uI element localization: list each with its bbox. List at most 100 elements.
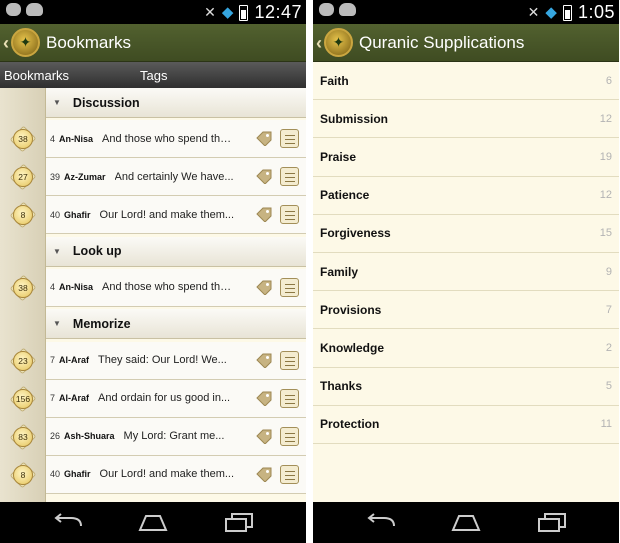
nav-bar — [0, 502, 306, 543]
surah-number: 4 — [50, 133, 56, 144]
battery-icon — [239, 4, 249, 21]
category-name: Submission — [320, 111, 389, 126]
quran-logo-icon[interactable]: ✦ — [11, 28, 40, 57]
android-notification-icon — [26, 3, 43, 16]
medal-number: 8 — [13, 205, 33, 226]
note-icon[interactable] — [280, 426, 299, 446]
tab-bookmarks[interactable]: Bookmarks — [4, 68, 69, 83]
category-row-patience[interactable]: Patience 12 — [313, 177, 619, 215]
tag-icon[interactable] — [255, 428, 273, 444]
back-chevron-icon[interactable]: ‹ — [316, 34, 324, 52]
category-list[interactable]: Faith 6 Submission 12 Praise 19 Patience 12 Forg… — [313, 62, 619, 444]
nav-back-icon[interactable] — [51, 511, 85, 533]
category-count: 6 — [605, 74, 612, 87]
category-count: 19 — [599, 150, 612, 163]
tag-icon[interactable] — [255, 352, 273, 368]
category-name: Family — [320, 264, 359, 279]
category-count: 12 — [599, 112, 612, 125]
bookmark-body[interactable]: 40 Ghafir Our Lord! and make them... — [46, 455, 306, 494]
category-row-submission[interactable]: Submission 12 — [313, 100, 619, 139]
bookmark-row[interactable]: 83 26 Ash-Shuara My Lord: Grant me... — [0, 417, 306, 456]
bookmark-body[interactable]: 4 An-Nisa And those who spend thei... — [46, 268, 306, 307]
note-icon[interactable] — [280, 129, 299, 149]
group-header-discussion[interactable]: ▼ Discussion — [46, 88, 306, 118]
group-name: Discussion — [72, 95, 140, 110]
vibrate-off-icon: ✕ — [527, 4, 540, 20]
verse-snippet: And those who spend thei... — [102, 132, 238, 145]
nav-home-icon[interactable] — [136, 511, 170, 533]
bookmark-row[interactable]: 27 39 Az-Zumar And certainly We have... — [0, 158, 306, 197]
note-icon[interactable] — [280, 464, 299, 484]
notification-icon — [319, 3, 334, 16]
verse-snippet: And ordain for us good in... — [98, 392, 231, 404]
surah-name: Az-Zumar — [64, 171, 106, 182]
ayah-medal-icon: 38 — [9, 274, 37, 302]
note-icon[interactable] — [280, 167, 299, 187]
nav-recent-icon[interactable] — [222, 511, 256, 533]
category-row-forgiveness[interactable]: Forgiveness 15 — [313, 215, 619, 253]
action-bar: ‹ ✦ Bookmarks — [0, 24, 306, 62]
surah-name: Al-Araf — [59, 355, 90, 365]
group-name: Look up — [72, 244, 122, 259]
category-row-family[interactable]: Family 9 — [313, 253, 619, 292]
group-header-look-up[interactable]: ▼ Look up — [46, 236, 306, 267]
bookmark-row[interactable]: 23 7 Al-Araf They said: Our Lord! We... — [0, 341, 306, 380]
surah-name: Al-Araf — [59, 393, 90, 403]
note-icon[interactable] — [280, 205, 299, 225]
medal-number: 38 — [13, 277, 33, 298]
ayah-medal-icon: 156 — [9, 385, 37, 412]
battery-icon — [562, 4, 572, 21]
bookmark-list[interactable]: ▼ Discussion 38 4 An-Nisa And those who spend… — [0, 88, 306, 502]
note-icon[interactable] — [280, 350, 299, 370]
verse-snippet: My Lord: Grant me... — [123, 430, 225, 442]
category-row-faith[interactable]: Faith 6 — [313, 62, 619, 101]
category-row-knowledge[interactable]: Knowledge 2 — [313, 329, 619, 368]
bookmarks-screen: ✕ ◆ 12:47 ‹ ✦ Bookmarks Bookmarks Tags ▼… — [0, 0, 306, 543]
category-name: Provisions — [320, 302, 382, 317]
bookmark-row[interactable]: 38 4 An-Nisa And those who spend thei... — [0, 268, 306, 307]
nav-back-icon[interactable] — [364, 511, 398, 533]
tag-icon[interactable] — [255, 168, 273, 185]
tab-tags[interactable]: Tags — [140, 68, 167, 83]
note-icon[interactable] — [280, 388, 299, 408]
bookmark-row[interactable]: 8 40 Ghafir Our Lord! and make them... — [0, 196, 306, 235]
medal-number: 83 — [13, 426, 33, 447]
category-count: 5 — [605, 380, 612, 393]
bookmark-body[interactable]: 39 Az-Zumar And certainly We have... — [46, 158, 306, 197]
quran-logo-icon[interactable]: ✦ — [324, 28, 353, 57]
group-header-memorize[interactable]: ▼ Memorize — [46, 309, 306, 340]
tag-icon[interactable] — [255, 390, 273, 406]
bookmark-body[interactable]: 26 Ash-Shuara My Lord: Grant me... — [46, 417, 306, 456]
wifi-icon: ◆ — [221, 3, 234, 21]
tag-icon[interactable] — [255, 130, 273, 147]
bookmark-row[interactable]: 38 4 An-Nisa And those who spend thei... — [0, 120, 306, 159]
surah-name: An-Nisa — [59, 133, 94, 144]
bookmark-row[interactable]: 156 7 Al-Araf And ordain for us good in... — [0, 379, 306, 418]
status-bar: ✕ ◆ 1:05 — [313, 0, 619, 24]
bookmark-body[interactable]: 7 Al-Araf And ordain for us good in... — [46, 379, 306, 418]
surah-number: 7 — [50, 393, 56, 403]
status-clock: 1:05 — [577, 2, 615, 22]
bookmark-row[interactable]: 8 40 Ghafir Our Lord! and make them... — [0, 455, 306, 494]
group-name: Memorize — [72, 316, 131, 331]
note-icon[interactable] — [280, 277, 299, 297]
tag-icon[interactable] — [255, 206, 273, 223]
category-row-protection[interactable]: Protection 11 — [313, 406, 619, 444]
nav-recent-icon[interactable] — [535, 511, 569, 533]
medal-number: 8 — [13, 464, 33, 485]
category-row-praise[interactable]: Praise 19 — [313, 138, 619, 177]
page-title: Bookmarks — [46, 32, 132, 52]
medal-number: 23 — [13, 350, 33, 371]
expand-triangle-icon: ▼ — [53, 98, 61, 107]
verse-snippet: Our Lord! and make them... — [99, 208, 235, 221]
bookmark-body[interactable]: 7 Al-Araf They said: Our Lord! We... — [46, 341, 306, 380]
tag-icon[interactable] — [255, 466, 273, 482]
bookmark-body[interactable]: 40 Ghafir Our Lord! and make them... — [46, 196, 306, 235]
category-name: Knowledge — [320, 340, 385, 355]
nav-home-icon[interactable] — [449, 511, 483, 533]
bookmark-body[interactable]: 4 An-Nisa And those who spend thei... — [46, 120, 306, 159]
category-row-provisions[interactable]: Provisions 7 — [313, 291, 619, 330]
tag-icon[interactable] — [255, 279, 273, 295]
category-row-thanks[interactable]: Thanks 5 — [313, 368, 619, 406]
back-chevron-icon[interactable]: ‹ — [3, 34, 11, 52]
